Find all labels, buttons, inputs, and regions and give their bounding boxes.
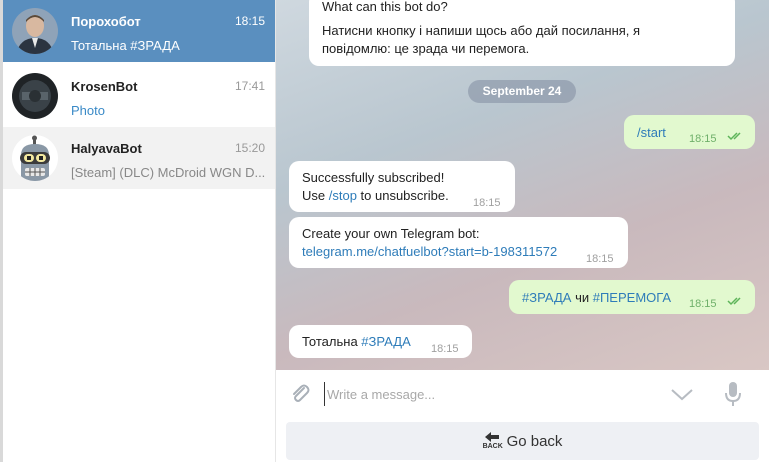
chat-preview: Тотальна #ЗРАДА	[71, 38, 180, 53]
message-time: 18:15	[586, 253, 614, 265]
chat-name: KrosenBot	[71, 79, 138, 94]
double-check-icon	[727, 132, 741, 141]
telegram-window: Порохобот 18:15 Тотальна #ЗРАДА KrosenBo…	[0, 0, 769, 462]
intro-title: What can this bot do?	[322, 0, 448, 14]
intro-line: Натисни кнопку і напиши щось або дай пос…	[322, 23, 641, 38]
chat-time: 17:41	[234, 79, 265, 93]
message-time: 18:15	[431, 343, 459, 355]
intro-line: повідомлю: це зрада чи перемога.	[322, 41, 530, 56]
bot-keyboard: BACK Go back	[276, 418, 769, 462]
message-text: Successfully subscribed!	[302, 170, 445, 185]
message-time: 18:15	[473, 197, 501, 209]
go-back-button[interactable]: BACK Go back	[286, 422, 759, 460]
avatar-krosenbot	[12, 73, 58, 119]
avatar-porokhobot	[12, 8, 58, 54]
back-icon-text: BACK	[482, 443, 503, 450]
go-back-label: Go back	[506, 432, 563, 450]
chat-preview: Photo	[71, 103, 105, 118]
message-history[interactable]: What can this bot do? Натисни кнопку і н…	[276, 0, 769, 370]
chatfuel-link[interactable]: telegram.me/chatfuelbot?start=b-19831157…	[302, 243, 557, 261]
message-text-line: #ЗРАДА чи #ПЕРЕМОГА	[522, 289, 671, 307]
hashtag-peremoga[interactable]: #ПЕРЕМОГА	[593, 290, 671, 305]
message-time: 18:15	[689, 298, 717, 310]
message-input[interactable]	[324, 382, 654, 406]
message-text: to unsubscribe.	[356, 188, 449, 203]
chat-name: Порохобот	[71, 14, 141, 29]
attach-icon[interactable]	[288, 382, 312, 406]
chevron-down-icon[interactable]	[670, 384, 694, 404]
date-separator: September 24	[468, 80, 576, 103]
chat-name: HalyavaBot	[71, 141, 142, 156]
avatar-halyavabot	[12, 135, 58, 181]
incoming-message: Create your own Telegram bot: telegram.m…	[289, 217, 628, 268]
outgoing-message: #ЗРАДА чи #ПЕРЕМОГА 18:15	[509, 280, 755, 314]
chat-item-porokhobot[interactable]: Порохобот 18:15 Тотальна #ЗРАДА	[3, 0, 275, 62]
message-text: чи	[571, 290, 593, 305]
incoming-message: Successfully subscribed! Use /stop to un…	[289, 161, 515, 212]
outgoing-message: /start 18:15	[624, 115, 755, 149]
bot-intro-message: What can this bot do? Натисни кнопку і н…	[309, 0, 735, 66]
back-arrow-icon: BACK	[482, 432, 503, 450]
chat-item-halyavabot[interactable]: HalyavaBot 15:20 [Steam] (DLC) McDroid W…	[3, 127, 275, 189]
message-text: Тотальна	[302, 334, 362, 349]
message-composer	[276, 370, 769, 418]
chat-time: 15:20	[234, 141, 265, 155]
double-check-icon	[727, 297, 741, 306]
chat-list-sidebar: Порохобот 18:15 Тотальна #ЗРАДА KrosenBo…	[0, 0, 276, 462]
message-time: 18:15	[689, 133, 717, 145]
stop-command-link[interactable]: /stop	[329, 188, 357, 203]
message-text-line: Тотальна #ЗРАДА	[302, 333, 411, 351]
microphone-icon[interactable]	[723, 380, 743, 408]
hashtag-zrada[interactable]: #ЗРАДА	[522, 290, 571, 305]
chat-time: 18:15	[234, 14, 265, 28]
chat-preview: [Steam] (DLC) McDroid WGN D...	[71, 165, 266, 180]
message-text: Use	[302, 188, 329, 203]
incoming-message: Тотальна #ЗРАДА 18:15	[289, 325, 472, 358]
message-text-line: Use /stop to unsubscribe.	[302, 187, 449, 205]
chat-item-krosenbot[interactable]: KrosenBot 17:41 Photo	[3, 65, 275, 127]
message-text: Create your own Telegram bot:	[302, 226, 480, 241]
hashtag-zrada[interactable]: #ЗРАДА	[361, 334, 410, 349]
start-command-link[interactable]: /start	[637, 124, 666, 142]
